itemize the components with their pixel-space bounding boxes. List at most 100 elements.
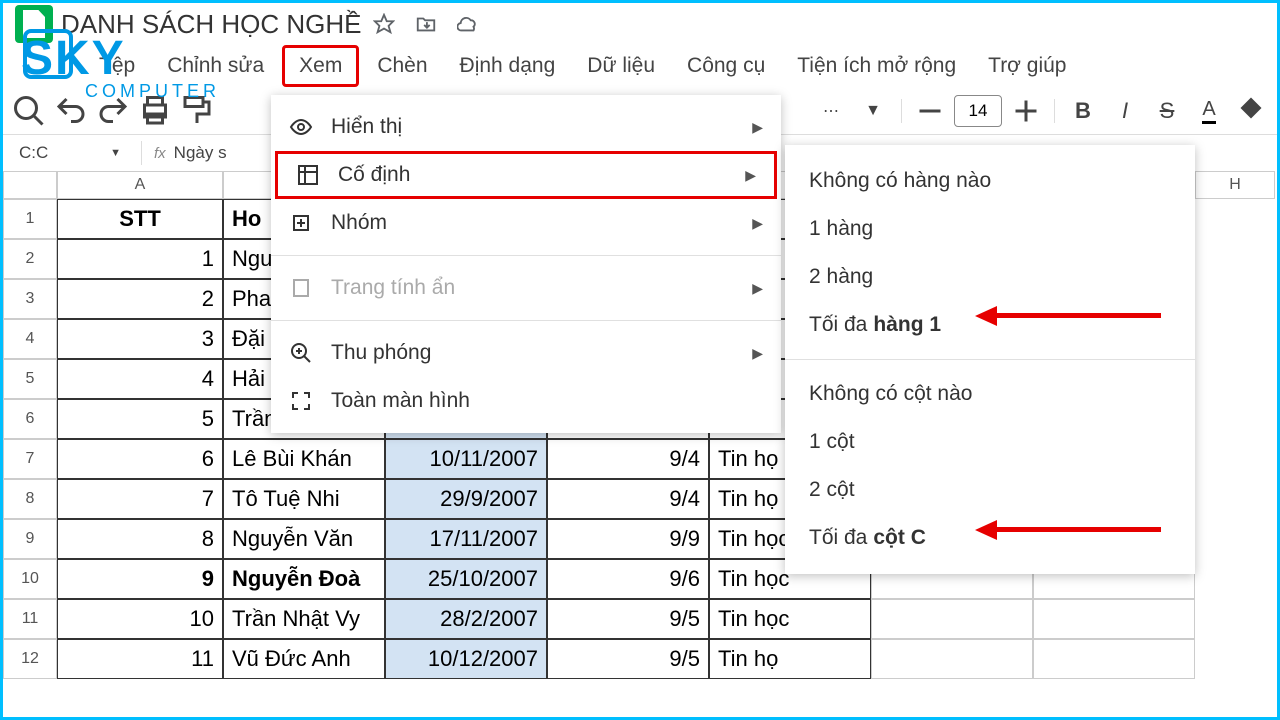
sheet-icon [289,276,313,300]
freeze-icon [296,163,320,187]
menu-format[interactable]: Định dạng [446,48,570,84]
cell[interactable]: 9/6 [547,559,709,599]
row-header[interactable]: 6 [3,399,57,439]
freeze-2-cols[interactable]: 2 cột [785,466,1195,514]
cell[interactable]: Tô Tuệ Nhi [223,479,385,519]
menu-fullscreen[interactable]: Toàn màn hình [271,377,781,425]
star-icon[interactable] [373,13,395,35]
row-header[interactable]: 7 [3,439,57,479]
group-icon [289,211,313,235]
decrease-font-icon[interactable] [912,93,948,129]
cell[interactable]: 10 [57,599,223,639]
strikethrough-button[interactable]: S [1149,93,1185,129]
cell[interactable]: 9/5 [547,639,709,679]
cell[interactable]: 3 [57,319,223,359]
cell[interactable]: Vũ Đức Anh [223,639,385,679]
cell[interactable]: 11 [57,639,223,679]
annotation-arrow [993,313,1161,318]
chevron-right-icon: ▶ [752,215,763,232]
cell[interactable] [871,599,1033,639]
search-icon[interactable] [11,93,47,129]
cell[interactable]: 9/5 [547,599,709,639]
chevron-right-icon: ▶ [752,280,763,297]
cell[interactable]: STT [57,199,223,239]
freeze-1-row[interactable]: 1 hàng [785,205,1195,253]
cell[interactable]: 10/11/2007 [385,439,547,479]
cell[interactable]: Tin họ [709,639,871,679]
row-header[interactable]: 10 [3,559,57,599]
freeze-2-rows[interactable]: 2 hàng [785,253,1195,301]
menu-show[interactable]: Hiển thị ▶ [271,103,781,151]
menu-view[interactable]: Xem [282,45,359,87]
increase-font-icon[interactable] [1008,93,1044,129]
watermark-text: SKY [21,31,126,86]
menu-edit[interactable]: Chỉnh sửa [153,48,278,84]
menu-zoom[interactable]: Thu phóng ▶ [271,329,781,377]
cell[interactable]: 8 [57,519,223,559]
menu-insert[interactable]: Chèn [363,48,441,84]
row-header[interactable]: 12 [3,639,57,679]
cell[interactable]: Lê Bùi Khán [223,439,385,479]
cell[interactable]: 6 [57,439,223,479]
menu-freeze[interactable]: Cố định ▶ [275,151,777,199]
fill-color-button[interactable] [1233,93,1269,129]
cell[interactable]: 9/4 [547,479,709,519]
row-header[interactable]: 2 [3,239,57,279]
cell[interactable]: 7 [57,479,223,519]
undo-icon[interactable] [53,93,89,129]
cell[interactable]: 17/11/2007 [385,519,547,559]
cloud-status-icon[interactable] [457,13,479,35]
cell[interactable]: Nguyễn Đoà [223,559,385,599]
cell[interactable] [1033,599,1195,639]
cell[interactable]: Tin học [709,599,871,639]
formula-input[interactable]: Ngày s [174,143,227,163]
cell[interactable]: 9 [57,559,223,599]
cell[interactable]: 9/9 [547,519,709,559]
row-header[interactable]: 1 [3,199,57,239]
italic-button[interactable]: I [1107,93,1143,129]
menu-group[interactable]: Nhóm ▶ [271,199,781,247]
menu-tools[interactable]: Công cụ [673,48,779,84]
text-color-button[interactable]: A [1191,93,1227,129]
freeze-1-col[interactable]: 1 cột [785,418,1195,466]
move-folder-icon[interactable] [415,13,437,35]
bold-button[interactable]: B [1065,93,1101,129]
menu-help[interactable]: Trợ giúp [974,48,1080,84]
eye-icon [289,115,313,139]
freeze-no-cols[interactable]: Không có cột nào [785,370,1195,418]
cell[interactable] [1033,639,1195,679]
row-header[interactable]: 9 [3,519,57,559]
view-dropdown-menu: Hiển thị ▶ Cố định ▶ Nhóm ▶ Trang tính ẩ… [271,95,781,433]
cell[interactable]: 29/9/2007 [385,479,547,519]
select-all-corner[interactable] [3,171,57,199]
cell[interactable]: Nguyễn Văn [223,519,385,559]
cell[interactable]: 9/4 [547,439,709,479]
menu-data[interactable]: Dữ liệu [573,48,669,84]
col-header-h[interactable]: H [1195,171,1275,199]
cell[interactable]: Trần Nhật Vy [223,599,385,639]
name-box[interactable]: C:C▼ [11,139,129,167]
zoom-icon [289,341,313,365]
row-header[interactable]: 11 [3,599,57,639]
cell[interactable]: 4 [57,359,223,399]
dropdown-caret-icon[interactable]: ▼ [855,93,891,129]
row-header[interactable]: 3 [3,279,57,319]
cell[interactable]: 25/10/2007 [385,559,547,599]
freeze-no-rows[interactable]: Không có hàng nào [785,157,1195,205]
font-size-input[interactable]: 14 [954,95,1002,127]
cell[interactable]: 2 [57,279,223,319]
cell[interactable]: 28/2/2007 [385,599,547,639]
watermark-subtext: COMPUTER [85,81,220,102]
row-header[interactable]: 4 [3,319,57,359]
cell[interactable]: 1 [57,239,223,279]
menu-extensions[interactable]: Tiện ích mở rộng [783,48,970,84]
row-header[interactable]: 8 [3,479,57,519]
cell[interactable]: 5 [57,399,223,439]
col-header-a[interactable]: A [57,171,223,199]
menu-hidden-sheets: Trang tính ẩn ▶ [271,264,781,312]
cell[interactable]: 10/12/2007 [385,639,547,679]
row-header[interactable]: 5 [3,359,57,399]
more-formats-icon[interactable]: ⋯ [813,93,849,129]
fullscreen-icon [289,389,313,413]
cell[interactable] [871,639,1033,679]
